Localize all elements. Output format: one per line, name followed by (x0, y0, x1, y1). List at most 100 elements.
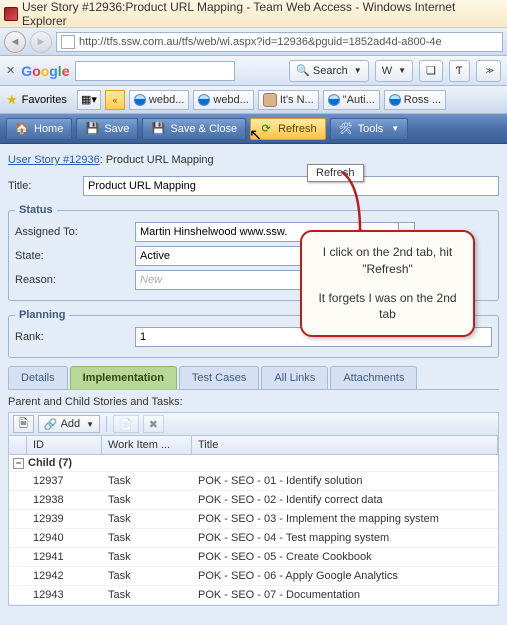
cell-id: 12939 (27, 510, 102, 528)
google-search-input[interactable] (75, 61, 235, 81)
home-label: Home (34, 123, 63, 135)
tab-attachments[interactable]: Attachments (330, 366, 417, 389)
home-icon: 🏠 (15, 122, 29, 136)
favorite-link-5[interactable]: Ross ... (384, 90, 446, 110)
cell-title: POK - SEO - 05 - Create Cookbook (192, 548, 498, 566)
favorites-overflow-button[interactable]: « (105, 90, 125, 110)
open-icon: 📄 (119, 418, 133, 431)
ie-icon (198, 94, 210, 106)
cell-expand (9, 510, 27, 528)
fav-label: Ross ... (404, 94, 441, 106)
grid-col-expand[interactable] (9, 436, 27, 454)
tabs: Details Implementation Test Cases All Li… (8, 366, 499, 390)
cell-expand (9, 586, 27, 604)
state-value: Active (140, 250, 170, 262)
cell-expand (9, 529, 27, 547)
fav-label: webd... (149, 94, 184, 106)
google-more-button[interactable]: W▼ (375, 60, 413, 82)
google-search-label: Search (313, 65, 348, 77)
favorite-link-3[interactable]: It's N... (258, 90, 319, 110)
grid-heading: Parent and Child Stories and Tasks: (8, 396, 499, 408)
cell-title: POK - SEO - 01 - Identify solution (192, 472, 498, 490)
table-row[interactable]: 12937TaskPOK - SEO - 01 - Identify solut… (9, 472, 498, 491)
table-row[interactable]: 12940TaskPOK - SEO - 04 - Test mapping s… (9, 529, 498, 548)
rank-label: Rank: (15, 331, 135, 343)
table-row[interactable]: 12941TaskPOK - SEO - 05 - Create Cookboo… (9, 548, 498, 567)
grid-new-button[interactable]: 🗎 (13, 415, 34, 433)
tab-details[interactable]: Details (8, 366, 68, 389)
google-search-button[interactable]: 🔍 Search ▼ (289, 60, 369, 82)
save-button[interactable]: 💾 Save (76, 118, 138, 140)
cell-wit: Task (102, 491, 192, 509)
tab-test-cases[interactable]: Test Cases (179, 366, 259, 389)
planning-legend: Planning (15, 309, 69, 321)
tab-implementation[interactable]: Implementation (70, 366, 177, 389)
title-input[interactable]: Product URL Mapping (83, 176, 499, 196)
toolbar-close-icon[interactable]: ✕ (6, 64, 15, 77)
ie-icon (134, 94, 146, 106)
cell-title: POK - SEO - 07 - Documentation (192, 586, 498, 604)
save-close-icon: 💾 (151, 122, 165, 136)
tab-all-links[interactable]: All Links (261, 366, 328, 389)
breadcrumb-tail: : Product URL Mapping (100, 154, 214, 166)
grid-open-button[interactable]: 📄 (113, 415, 139, 433)
callout-line-1: I click on the 2nd tab, hit "Refresh" (312, 244, 463, 278)
address-bar: ◄ ► http://tfs.ssw.com.au/tfs/web/wi.asp… (0, 28, 507, 56)
save-close-button[interactable]: 💾Save & Close (142, 118, 246, 140)
cell-wit: Task (102, 510, 192, 528)
chevron-down-icon: ▼ (391, 124, 399, 133)
tools-icon: 🛠 (339, 122, 353, 136)
favorites-star-icon[interactable]: ★ (6, 92, 18, 108)
google-share-button[interactable]: ❑ (419, 60, 443, 82)
favorite-link-4[interactable]: "Auti... (323, 90, 380, 110)
collapse-icon[interactable]: − (13, 458, 24, 469)
work-items-grid: ID Work Item ... Title − Child (7) 12937… (8, 436, 499, 606)
chevron-right-icon: ≫ (486, 66, 494, 75)
cell-wit: Task (102, 586, 192, 604)
favorites-view-button[interactable]: ▦▾ (77, 90, 101, 110)
assigned-value: Martin Hinshelwood www.ssw. (140, 226, 287, 238)
table-row[interactable]: 12942TaskPOK - SEO - 06 - Apply Google A… (9, 567, 498, 586)
cell-wit: Task (102, 472, 192, 490)
address-input[interactable]: http://tfs.ssw.com.au/tfs/web/wi.aspx?id… (56, 32, 503, 52)
home-button[interactable]: 🏠 Home (6, 118, 72, 140)
breadcrumb: User Story #12936: Product URL Mapping (8, 154, 499, 166)
favorite-link-1[interactable]: webd... (129, 90, 189, 110)
cell-expand (9, 491, 27, 509)
nav-forward-button[interactable]: ► (30, 31, 52, 53)
grid-col-id[interactable]: ID (27, 436, 102, 454)
table-row[interactable]: 12938TaskPOK - SEO - 02 - Identify corre… (9, 491, 498, 510)
save-icon: 💾 (85, 122, 99, 136)
separator (106, 416, 107, 432)
cell-title: POK - SEO - 06 - Apply Google Analytics (192, 567, 498, 585)
save-label: Save (104, 123, 129, 135)
search-icon: 🔍 (296, 64, 310, 78)
favorite-link-2[interactable]: webd... (193, 90, 253, 110)
google-translate-button[interactable]: Ƭ (449, 60, 470, 82)
app-favicon (4, 7, 18, 21)
tools-button[interactable]: 🛠Tools▼ (330, 118, 409, 140)
cell-title: POK - SEO - 03 - Implement the mapping s… (192, 510, 498, 528)
cell-wit: Task (102, 548, 192, 566)
grid-add-label: Add (61, 418, 81, 430)
fav-label: "Auti... (343, 94, 375, 106)
grid-col-title[interactable]: Title (192, 436, 498, 454)
cell-id: 12942 (27, 567, 102, 585)
grid-add-button[interactable]: 🔗Add▼ (38, 415, 100, 433)
nav-back-button[interactable]: ◄ (4, 31, 26, 53)
delete-icon: ✖ (149, 418, 158, 431)
grid-col-wit[interactable]: Work Item ... (102, 436, 192, 454)
breadcrumb-link[interactable]: User Story #12936 (8, 154, 100, 166)
google-logo: Google (21, 63, 69, 79)
cell-expand (9, 472, 27, 490)
cell-id: 12943 (27, 586, 102, 604)
table-row[interactable]: 12943TaskPOK - SEO - 07 - Documentation (9, 586, 498, 605)
rank-value: 1 (140, 331, 146, 343)
table-row[interactable]: 12939TaskPOK - SEO - 03 - Implement the … (9, 510, 498, 529)
assigned-label: Assigned To: (15, 226, 135, 238)
google-overflow-button[interactable]: ≫ (476, 60, 501, 82)
grid-group-row[interactable]: − Child (7) (9, 455, 498, 472)
window-title: User Story #12936:Product URL Mapping - … (22, 0, 503, 28)
grid-delete-button[interactable]: ✖ (143, 415, 164, 433)
grid-header: ID Work Item ... Title (9, 436, 498, 455)
